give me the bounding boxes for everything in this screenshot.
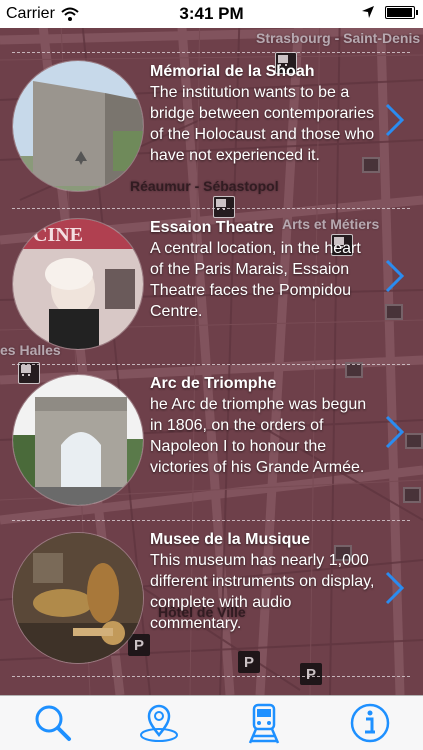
tab-bar: [0, 695, 423, 750]
battery-icon: [385, 5, 418, 19]
row-separator: [12, 676, 410, 677]
place-description: This museum has nearly 1,000 different i…: [150, 552, 375, 632]
tab-info[interactable]: [317, 696, 423, 750]
place-description: A central location, in the heart of the …: [150, 240, 361, 320]
tab-search[interactable]: [0, 696, 106, 750]
chevron-right-icon[interactable]: [384, 414, 406, 450]
theatre-poster-photo: CINE: [12, 218, 144, 350]
train-icon: [249, 703, 280, 744]
arc-de-triomphe-photo: [12, 374, 144, 506]
chevron-right-icon[interactable]: [384, 102, 406, 138]
place-title: Arc de Triomphe: [150, 375, 277, 392]
place-row-essaion[interactable]: CINE Essaion Theatre A central location,…: [12, 210, 410, 366]
tab-transport[interactable]: [212, 696, 318, 750]
place-description: The institution wants to be a bridge bet…: [150, 84, 375, 164]
row-separator: [12, 208, 410, 209]
tab-map[interactable]: [106, 696, 212, 750]
magnifier-icon: [35, 705, 71, 741]
place-title: Mémorial de la Shoah: [150, 63, 315, 80]
place-description: he Arc de triomphe was begun in 1806, on…: [150, 396, 367, 476]
row-separator: [12, 364, 410, 365]
place-title: Musee de la Musique: [150, 531, 311, 548]
location-arrow-icon: [362, 6, 374, 18]
chevron-right-icon[interactable]: [384, 258, 406, 294]
info-icon: [350, 703, 390, 743]
places-list[interactable]: Mémorial de la Shoah The institution wan…: [0, 28, 423, 695]
status-bar: Carrier 3:41 PM: [0, 0, 423, 28]
place-row-arc-de-triomphe[interactable]: Arc de Triomphe he Arc de triomphe was b…: [12, 366, 410, 522]
place-title: Essaion Theatre: [150, 219, 274, 236]
chevron-right-icon[interactable]: [384, 570, 406, 606]
status-time: 3:41 PM: [179, 4, 244, 23]
row-separator: [12, 52, 410, 53]
place-row-musee-musique[interactable]: Musee de la Musique This museum has near…: [12, 522, 410, 678]
row-separator: [12, 520, 410, 521]
music-instruments-photo: [12, 532, 144, 664]
place-row-memorial[interactable]: Mémorial de la Shoah The institution wan…: [12, 54, 410, 210]
location-pin-icon: [139, 704, 178, 742]
svg-text:CINE: CINE: [33, 224, 83, 246]
memorial-photo: [12, 60, 144, 192]
